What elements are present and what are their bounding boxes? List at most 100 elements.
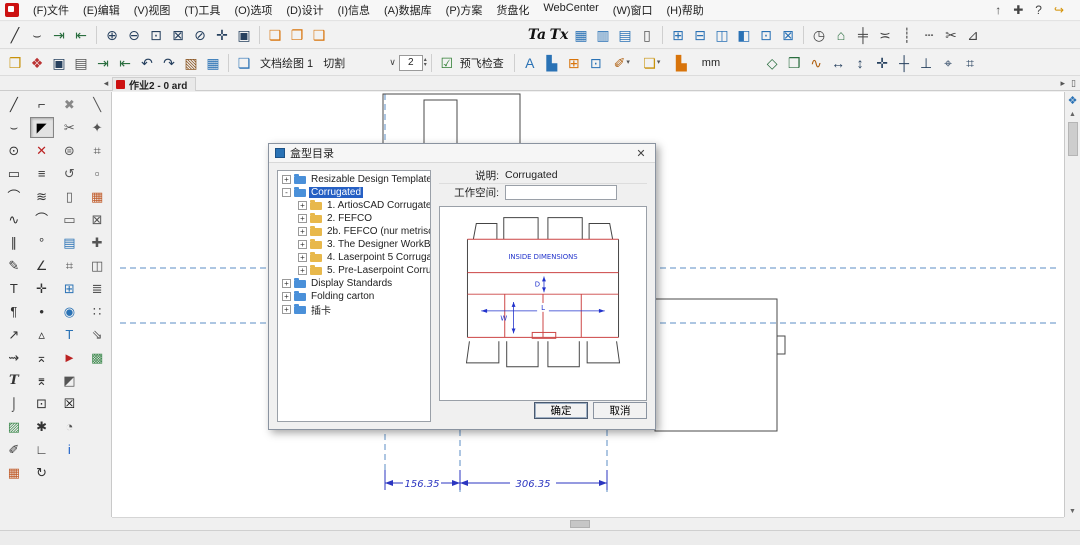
- text-tool-icon[interactable]: T: [2, 278, 26, 299]
- route-icon[interactable]: ∿: [805, 52, 827, 74]
- grid-plus-tool-icon[interactable]: ⊞: [57, 278, 81, 299]
- info-grid-icon[interactable]: ▦: [202, 52, 224, 74]
- pen-style-dropdown[interactable]: ✐▾: [607, 52, 637, 74]
- scroll-up-icon[interactable]: ▲: [1069, 109, 1076, 120]
- stepper-down-icon[interactable]: ▾: [424, 63, 427, 68]
- swatch-grid-icon[interactable]: ▦: [2, 462, 26, 483]
- perforation-icon[interactable]: ┊: [896, 24, 918, 46]
- expander-icon[interactable]: +: [298, 266, 307, 275]
- info-tool-icon[interactable]: i: [57, 439, 81, 460]
- hash-tool-icon[interactable]: ⌗: [57, 255, 81, 276]
- zoom-previous-icon[interactable]: ⊘: [189, 24, 211, 46]
- menu-file[interactable]: (F)文件: [26, 0, 76, 21]
- revert-tool-icon[interactable]: ↺: [57, 163, 81, 184]
- plus-tool-icon[interactable]: ✚: [85, 232, 109, 253]
- align-center-icon[interactable]: ┼: [893, 52, 915, 74]
- rebuild-design-icon[interactable]: ❏: [264, 24, 286, 46]
- menu-webcenter[interactable]: WebCenter: [536, 0, 605, 21]
- expander-icon[interactable]: +: [282, 305, 291, 314]
- window-up-icon[interactable]: ↑: [995, 4, 1001, 16]
- menu-scheme[interactable]: (P)方案: [439, 0, 490, 21]
- double-bracket-tool-icon[interactable]: ⌆: [30, 370, 54, 391]
- chip-tool-icon[interactable]: ▩: [85, 347, 109, 368]
- tree-item[interactable]: + 插卡: [278, 303, 430, 316]
- expander-icon[interactable]: +: [298, 253, 307, 262]
- close-tool-icon[interactable]: ✖: [57, 94, 81, 115]
- print-icon[interactable]: ▤: [70, 52, 92, 74]
- cut-icon[interactable]: ✂: [940, 24, 962, 46]
- horizontal-scrollbar[interactable]: [112, 517, 1064, 530]
- zigzag-tool-icon[interactable]: ≋: [30, 186, 54, 207]
- document-tab[interactable]: 作业2 - 0 ard: [112, 77, 196, 91]
- freehand-tool-icon[interactable]: ✎: [2, 255, 26, 276]
- app-icon[interactable]: [5, 3, 19, 17]
- cancel-button[interactable]: 取消: [593, 402, 647, 419]
- fillet-tool-icon[interactable]: ⌒: [30, 209, 54, 230]
- bridge-tool-icon[interactable]: ≍: [874, 24, 896, 46]
- sheet-icon[interactable]: ❒: [783, 52, 805, 74]
- menu-options[interactable]: (O)选项: [227, 0, 279, 21]
- corner-tool-icon[interactable]: ⌐: [30, 94, 54, 115]
- dimension-table-icon[interactable]: ⊞: [563, 52, 585, 74]
- table-edit-icon[interactable]: ▥: [592, 24, 614, 46]
- statistics-icon[interactable]: ▙: [541, 52, 563, 74]
- expander-icon[interactable]: +: [298, 240, 307, 249]
- report-icon[interactable]: ▧: [180, 52, 202, 74]
- rotate-tool-icon[interactable]: ↻: [30, 462, 54, 483]
- triangle-tool-icon[interactable]: ▵: [30, 324, 54, 345]
- vertical-scrollbar[interactable]: ❖ ▲ ▼: [1064, 92, 1080, 517]
- expander-icon[interactable]: +: [282, 279, 291, 288]
- split-cells-icon[interactable]: ◧: [733, 24, 755, 46]
- snap-grid-tool-icon[interactable]: ⌗: [85, 140, 109, 161]
- layers-icon[interactable]: ❏: [233, 52, 255, 74]
- point-tool-icon[interactable]: •: [30, 301, 54, 322]
- workspace-input[interactable]: [505, 185, 617, 200]
- vertical-scroll-thumb[interactable]: [1068, 122, 1078, 156]
- color-grid-tool-icon[interactable]: ▦: [85, 186, 109, 207]
- arc-tool-icon[interactable]: ⌣: [26, 24, 48, 46]
- multi-line-tool-icon[interactable]: ≡: [30, 163, 54, 184]
- expander-icon[interactable]: -: [282, 188, 291, 197]
- dim-horizontal-icon[interactable]: ↔: [827, 52, 849, 74]
- menu-help[interactable]: (H)帮助: [660, 0, 711, 21]
- full-view-icon[interactable]: ▣: [233, 24, 255, 46]
- scroll-down-icon[interactable]: ▼: [1069, 506, 1076, 517]
- ellipse-tool-icon[interactable]: ⊜: [57, 140, 81, 161]
- italic-text-tool-icon[interactable]: T: [2, 370, 26, 391]
- angle-tool-icon[interactable]: ∠: [30, 255, 54, 276]
- menu-info[interactable]: (I)信息: [331, 0, 377, 21]
- tab-nav-right-icon[interactable]: ▸: [1061, 78, 1066, 89]
- catalog-tree[interactable]: + Resizable Design Templates - Corrugate…: [277, 170, 431, 422]
- scale-value[interactable]: 2: [399, 55, 423, 71]
- rows-tool-icon[interactable]: ≣: [85, 278, 109, 299]
- tree-item[interactable]: + 2. FEFCO: [278, 212, 430, 225]
- horizontal-scroll-thumb[interactable]: [570, 520, 590, 528]
- table-export-icon[interactable]: ⊠: [777, 24, 799, 46]
- tree-item[interactable]: + Display Standards: [278, 277, 430, 290]
- document-tool-icon[interactable]: ▯: [57, 186, 81, 207]
- dim-vertical-icon[interactable]: ↕: [849, 52, 871, 74]
- arrow-tool-icon[interactable]: ↗: [2, 324, 26, 345]
- checker-tool-icon[interactable]: ◩: [57, 370, 81, 391]
- bar-chart-icon[interactable]: ▙: [667, 52, 697, 74]
- folder-style-dropdown[interactable]: ❏▾: [637, 52, 667, 74]
- extend-tool-icon[interactable]: ⇥: [48, 24, 70, 46]
- ok-button[interactable]: 确定: [534, 402, 588, 419]
- small-square-tool-icon[interactable]: ▫: [85, 163, 109, 184]
- tree-item[interactable]: + 1. ArtiosCAD Corrugated: [278, 199, 430, 212]
- backslash-tool-icon[interactable]: ╲: [85, 94, 109, 115]
- table-tool-icon[interactable]: ▤: [57, 232, 81, 253]
- help-icon[interactable]: ?: [1035, 4, 1042, 16]
- menu-design[interactable]: (D)设计: [279, 0, 330, 21]
- text-attributes-button[interactable]: Ta: [526, 24, 548, 46]
- menu-tools[interactable]: (T)工具: [177, 0, 227, 21]
- menu-window[interactable]: (W)窗口: [606, 0, 660, 21]
- top-bracket-tool-icon[interactable]: ⌅: [30, 347, 54, 368]
- zoom-extents-icon[interactable]: ⊠: [167, 24, 189, 46]
- new-doc-icon[interactable]: ▯: [636, 24, 658, 46]
- tree-item[interactable]: + 4. Laserpoint 5 Corrugated: [278, 251, 430, 264]
- tree-item[interactable]: + Folding carton: [278, 290, 430, 303]
- overlay-tool-icon[interactable]: ◫: [85, 255, 109, 276]
- delete-x-icon[interactable]: ☒: [57, 393, 81, 414]
- trim-tool-icon[interactable]: ⇤: [70, 24, 92, 46]
